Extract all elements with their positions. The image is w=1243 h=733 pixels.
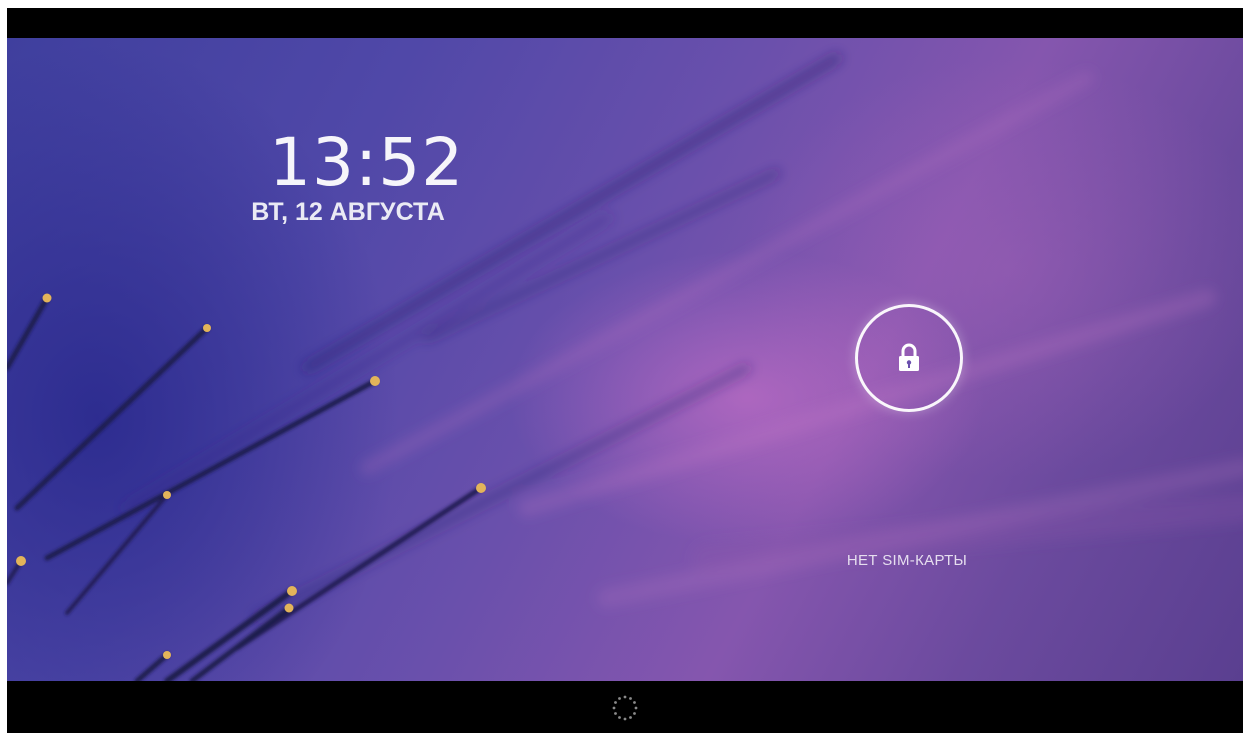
lockscreen-clock: 13:52 xyxy=(269,124,465,201)
navigation-bar xyxy=(7,681,1243,733)
lockscreen-date: ВТ, 12 АВГУСТА xyxy=(251,198,445,226)
device-screen: 13:52 ВТ, 12 АВГУСТА НЕТ SIM-КАРТЫ xyxy=(7,8,1243,733)
unlock-button[interactable] xyxy=(855,304,963,412)
status-bar xyxy=(7,8,1243,38)
fiber-optic-wallpaper-art xyxy=(7,53,1243,681)
loading-spinner-icon xyxy=(612,695,638,721)
lockscreen-wallpaper: 13:52 ВТ, 12 АВГУСТА НЕТ SIM-КАРТЫ xyxy=(7,38,1243,681)
lock-icon xyxy=(899,343,919,371)
carrier-status-text: НЕТ SIM-КАРТЫ xyxy=(846,552,968,569)
